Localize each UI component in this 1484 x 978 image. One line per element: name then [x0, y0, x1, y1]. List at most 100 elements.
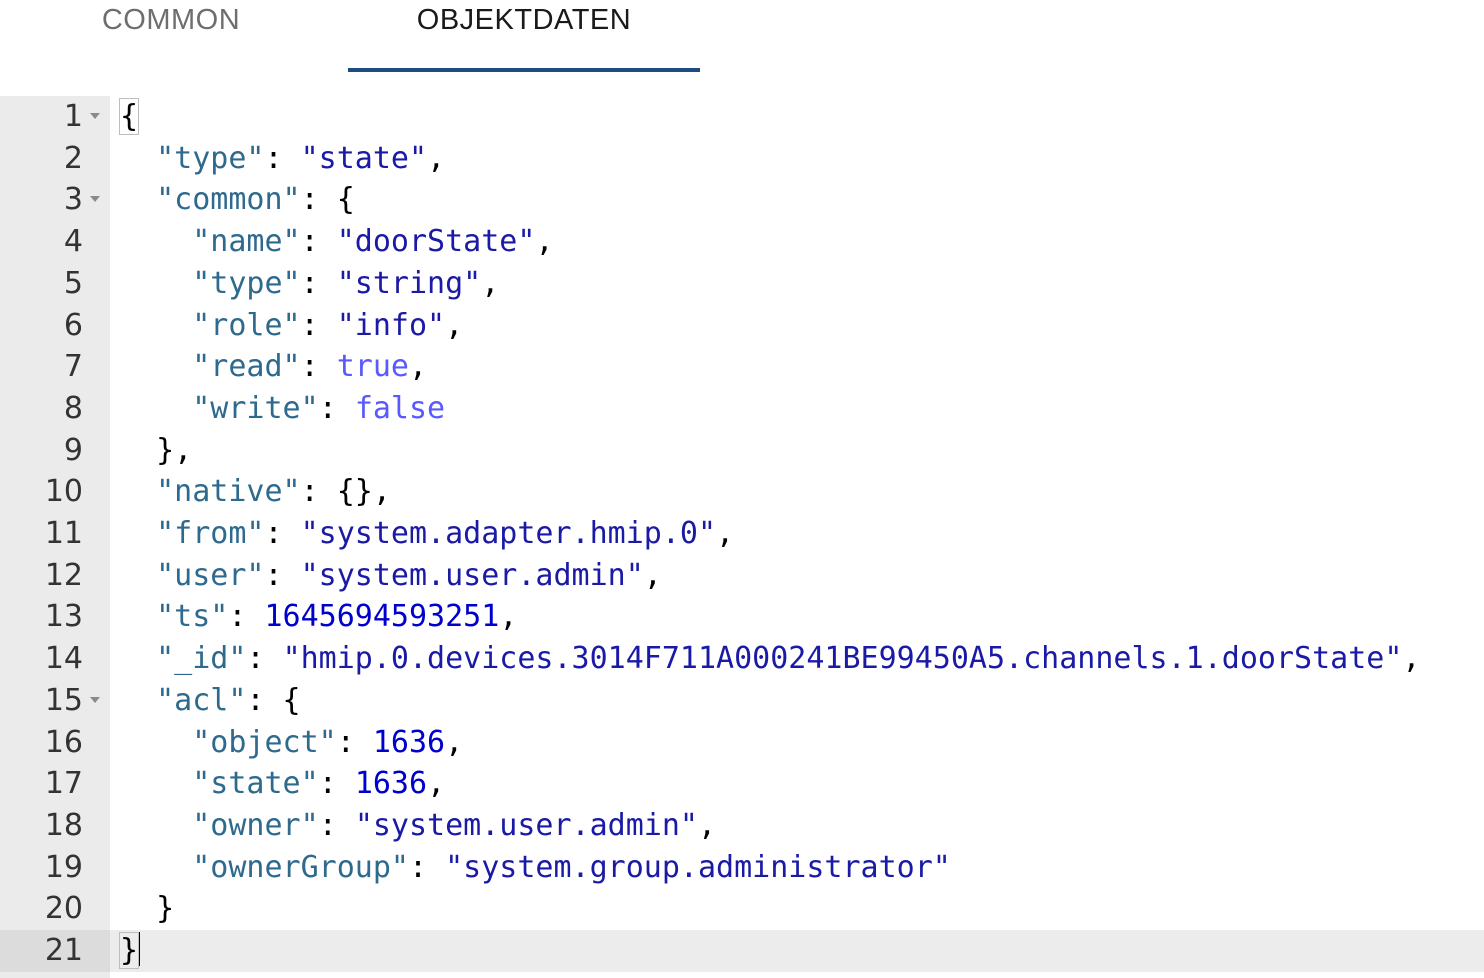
line-number: 18 — [44, 807, 83, 843]
code-line[interactable]: 15 "acl": { — [0, 680, 1484, 722]
code-token: "owner" — [192, 807, 319, 843]
code-token: : — [300, 307, 337, 343]
code-text: "native": {}, — [120, 471, 391, 513]
code-line[interactable]: 3 "common": { — [0, 179, 1484, 221]
code-token: , — [427, 140, 446, 176]
line-number-cell: 19 — [0, 847, 110, 889]
code-token: { — [118, 98, 140, 135]
code-token: "state" — [192, 766, 319, 802]
code-token: "write" — [192, 390, 319, 426]
code-text: "read": true, — [120, 346, 427, 388]
code-token: : — [336, 724, 373, 760]
code-text: { — [118, 96, 140, 138]
line-number-cell: 16 — [0, 722, 110, 764]
tab-common[interactable]: COMMON — [60, 0, 282, 72]
code-line[interactable]: 18 "owner": "system.user.admin", — [0, 805, 1484, 847]
line-number-cell: 13 — [0, 596, 110, 638]
code-line[interactable]: 10 "native": {}, — [0, 471, 1484, 513]
code-line[interactable]: 4 "name": "doorState", — [0, 221, 1484, 263]
code-line[interactable]: 1{ — [0, 96, 1484, 138]
code-text: "user": "system.user.admin", — [120, 555, 662, 597]
tab-objektdaten[interactable]: OBJEKTDATEN — [348, 0, 700, 72]
code-line[interactable]: 20 } — [0, 888, 1484, 930]
fold-toggle-icon[interactable] — [90, 113, 100, 119]
line-number: 10 — [44, 474, 83, 510]
code-text: "type": "string", — [120, 263, 499, 305]
line-number-cell: 11 — [0, 513, 110, 555]
text-cursor — [138, 932, 141, 966]
code-token: "from" — [156, 516, 265, 551]
code-token: "system.user.admin" — [354, 807, 698, 843]
code-text: }, — [120, 430, 192, 472]
code-token: , — [1402, 641, 1421, 677]
line-number-cell: 10 — [0, 471, 110, 513]
code-line[interactable]: 6 "role": "info", — [0, 305, 1484, 347]
code-token: "system.adapter.hmip.0" — [300, 516, 717, 551]
line-number-cell: 9 — [0, 430, 110, 472]
code-token: 1636 — [354, 766, 428, 802]
code-token: : { — [300, 182, 355, 218]
line-number-cell: 17 — [0, 763, 110, 805]
line-number: 9 — [63, 432, 83, 468]
fold-toggle-icon[interactable] — [90, 696, 100, 703]
line-number-cell: 4 — [0, 221, 110, 263]
code-text: "state": 1636, — [120, 763, 445, 805]
line-number: 8 — [63, 390, 83, 426]
code-line[interactable]: 8 "write": false — [0, 388, 1484, 430]
code-token: : — [264, 140, 301, 176]
code-token: "common" — [156, 182, 301, 218]
code-line[interactable]: 11 "from": "system.adapter.hmip.0", — [0, 513, 1484, 555]
code-token: : — [318, 390, 355, 426]
code-token: , — [445, 307, 464, 343]
code-text: "ts": 1645694593251, — [120, 596, 517, 638]
line-number-cell: 5 — [0, 263, 110, 305]
line-number: 6 — [63, 307, 83, 343]
code-token: "ts" — [156, 599, 229, 635]
code-text: "acl": { — [120, 680, 301, 722]
code-token: : — [318, 807, 355, 843]
code-token: "user" — [156, 557, 265, 593]
code-token: : — [409, 849, 446, 885]
code-line[interactable]: 5 "type": "string", — [0, 263, 1484, 305]
code-token: }, — [120, 432, 193, 468]
code-token: : — [246, 641, 283, 677]
code-line[interactable]: 9 }, — [0, 430, 1484, 472]
code-token: "name" — [192, 224, 301, 260]
code-token: : {}, — [300, 474, 391, 510]
line-number: 17 — [44, 766, 83, 802]
code-text: "object": 1636, — [120, 722, 463, 764]
fold-toggle-icon[interactable] — [90, 196, 100, 203]
code-text: "from": "system.adapter.hmip.0", — [120, 513, 734, 555]
code-line[interactable]: 13 "ts": 1645694593251, — [0, 596, 1484, 638]
code-line[interactable]: 16 "object": 1636, — [0, 722, 1484, 764]
code-token: "_id" — [156, 641, 247, 677]
code-token: "native" — [156, 474, 301, 510]
code-token: "ownerGroup" — [192, 849, 409, 885]
code-token: : — [300, 349, 337, 385]
line-number-cell: 15 — [0, 680, 110, 722]
line-number: 20 — [44, 891, 83, 927]
code-line[interactable]: 2 "type": "state", — [0, 138, 1484, 180]
line-number: 2 — [63, 140, 83, 176]
code-line[interactable]: 19 "ownerGroup": "system.group.administr… — [0, 847, 1484, 889]
code-token: 1636 — [372, 724, 446, 760]
code-token: , — [716, 516, 735, 551]
code-token: } — [118, 932, 140, 969]
code-token: "type" — [156, 140, 265, 176]
code-token: true — [336, 349, 409, 385]
tab-bar: COMMON OBJEKTDATEN — [0, 0, 1484, 96]
json-code-editor[interactable]: 1{2 "type": "state", 3 "common": {4 "name… — [0, 96, 1484, 978]
code-token: , — [409, 349, 428, 385]
code-text: "write": false — [120, 388, 445, 430]
code-line[interactable]: 14 "_id": "hmip.0.devices.3014F711A00024… — [0, 638, 1484, 680]
code-token: , — [697, 807, 717, 843]
code-line[interactable]: 12 "user": "system.user.admin", — [0, 555, 1484, 597]
code-line[interactable]: 17 "state": 1636, — [0, 763, 1484, 805]
code-line[interactable]: 21} — [0, 930, 1484, 972]
code-line[interactable]: 7 "read": true, — [0, 346, 1484, 388]
